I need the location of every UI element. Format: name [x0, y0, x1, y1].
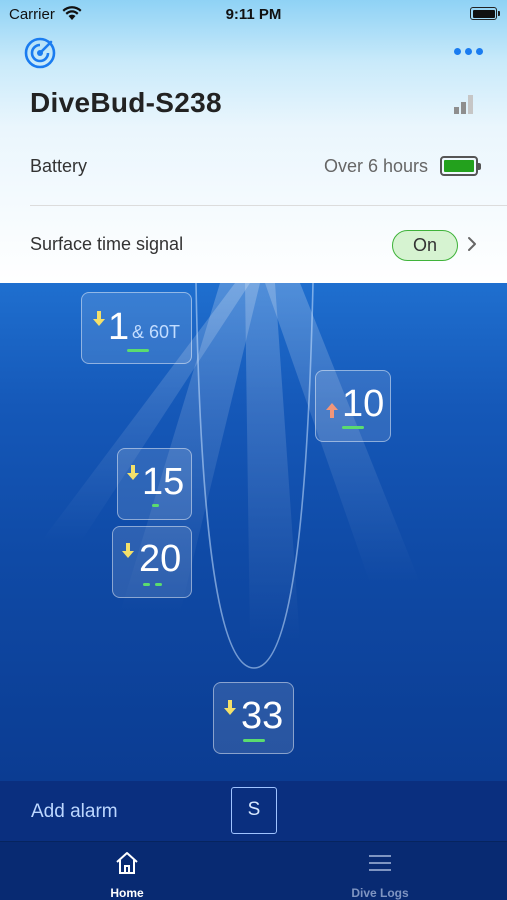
alarm-s-button[interactable]: S	[231, 787, 277, 834]
arrow-down-icon	[127, 465, 139, 480]
marker-dash	[143, 583, 150, 586]
add-alarm-button[interactable]: Add alarm	[31, 801, 118, 823]
marker-dash	[342, 426, 364, 429]
depth-marker-15[interactable]: 15	[117, 448, 192, 520]
battery-icon	[440, 156, 481, 176]
device-name: DiveBud-S238	[30, 87, 222, 118]
marker-dash	[243, 739, 265, 742]
clock: 9:11 PM	[225, 6, 282, 23]
tab-home-label: Home	[110, 886, 144, 900]
marker-dash	[155, 583, 162, 586]
surface-signal-label: Surface time signal	[30, 234, 184, 254]
arrow-down-icon	[224, 700, 236, 715]
radar-logo-icon[interactable]	[24, 37, 56, 74]
arrow-up-icon	[326, 403, 338, 418]
more-options-icon[interactable]	[454, 48, 483, 55]
marker-dash	[152, 504, 159, 507]
arrow-down-icon	[122, 543, 134, 558]
status-battery-icon	[470, 7, 500, 20]
dive-profile-view: 1 & 60T 10 15 20 33	[0, 283, 507, 781]
depth-marker-1[interactable]: 1 & 60T	[81, 292, 192, 364]
surface-signal-toggle[interactable]: On	[392, 230, 458, 261]
tab-dive-logs[interactable]: Dive Logs	[320, 850, 440, 900]
status-bar: Carrier 9:11 PM	[0, 0, 507, 30]
battery-label: Battery	[30, 156, 88, 176]
signal-strength-icon	[454, 95, 473, 114]
list-icon	[369, 855, 391, 871]
divider	[30, 205, 507, 206]
device-panel: Carrier 9:11 PM DiveBud-S238 Battery Ove…	[0, 0, 507, 283]
marker-dash	[127, 349, 149, 352]
tab-home[interactable]: Home	[67, 850, 187, 900]
battery-value: Over 6 hours	[323, 156, 428, 176]
tab-bar: Home Dive Logs	[0, 841, 507, 900]
depth-marker-33[interactable]: 33	[213, 682, 294, 754]
tab-dive-logs-label: Dive Logs	[351, 886, 409, 900]
arrow-down-icon	[93, 311, 105, 326]
depth-marker-20[interactable]: 20	[112, 526, 192, 598]
home-icon	[116, 852, 138, 874]
depth-marker-10[interactable]: 10	[315, 370, 391, 442]
chevron-right-icon	[468, 237, 476, 251]
